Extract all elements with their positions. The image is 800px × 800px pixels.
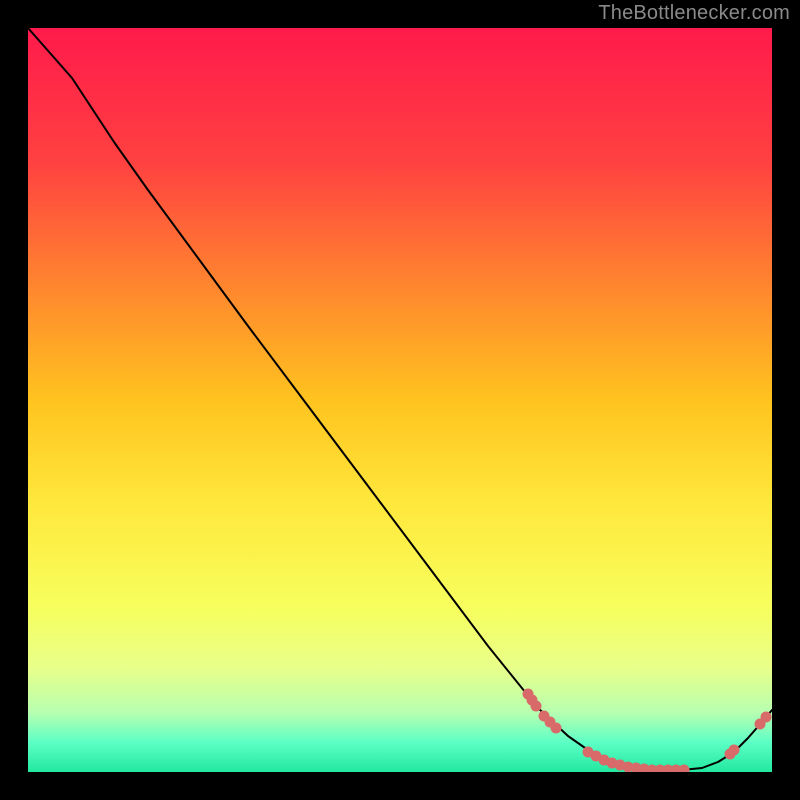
data-marker	[551, 723, 562, 734]
plot-svg	[28, 28, 772, 772]
attribution-text: TheBottlenecker.com	[598, 2, 790, 25]
plot-area	[28, 28, 772, 772]
data-marker	[729, 745, 740, 756]
data-marker	[761, 712, 772, 723]
gradient-background	[28, 28, 772, 772]
data-marker	[531, 701, 542, 712]
chart-stage: TheBottlenecker.com	[0, 0, 800, 800]
